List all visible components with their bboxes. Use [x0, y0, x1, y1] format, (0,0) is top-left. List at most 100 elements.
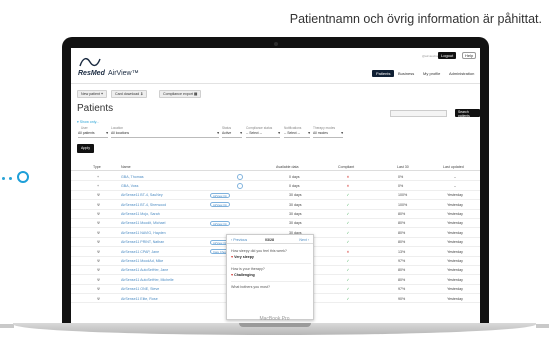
last30-value: 13% [398, 249, 406, 254]
answer-2: ♥ Challenging [231, 273, 255, 277]
previous-button[interactable]: ‹ Previous [231, 238, 247, 242]
next-button[interactable]: Next › [299, 238, 309, 242]
patient-name-link[interactable]: AirSense11 BT-4, Sherwood [121, 203, 166, 207]
user-select[interactable]: All patients ▾ [78, 131, 108, 138]
patient-name-link[interactable]: GBA, Thomas [121, 175, 144, 179]
patient-name-link[interactable]: AirSense11 Elite, Rose [121, 297, 158, 301]
status-select[interactable]: Active ▾ [222, 131, 242, 138]
device-type-icon: Ψ [97, 212, 101, 217]
checkmark-icon: ✓ [346, 287, 350, 292]
table-row[interactable]: Ψ AirSense11 BT-4, Sherwood AirView On 30 d… [71, 200, 480, 210]
user-select-value: All patients [78, 131, 95, 135]
checkmark-icon: ✓ [346, 277, 350, 282]
col-last30[interactable]: Last 30 [397, 165, 409, 169]
last-updated: Yesterday [447, 259, 463, 264]
logout-button[interactable]: Logout [438, 52, 457, 59]
therapy-mode-select[interactable]: All modes ▾ [313, 131, 343, 138]
last-updated: Yesterday [447, 296, 463, 301]
decor-ring-icon [17, 171, 29, 183]
patient-name-link[interactable]: AirSense11 Mojo, Sarah [121, 212, 160, 216]
answer-1: ♥ Very sleepy [231, 255, 254, 259]
new-patient-button[interactable]: New patient + [77, 90, 108, 98]
last-updated: Yesterday [447, 221, 463, 226]
col-available-data[interactable]: Available data [276, 165, 299, 169]
divider [231, 281, 311, 282]
laptop-hinge-left [0, 324, 14, 328]
nav-administration[interactable]: Administration [449, 71, 474, 76]
search-patients-button[interactable]: Search patients [455, 109, 480, 118]
patient-name-link[interactable]: AirSense11 ONE, Steve [121, 287, 159, 291]
col-type[interactable]: Type [93, 165, 101, 169]
patient-name-link[interactable]: AirSense11 Moodit, Michael [121, 221, 165, 225]
device-type-icon: Ψ [97, 230, 101, 235]
last30-value: 80% [398, 268, 406, 273]
col-compliant[interactable]: Compliant [338, 165, 354, 169]
heart-icon: ♥ [231, 255, 234, 259]
patient-name-link[interactable]: AirSense11 PRINT, Nathan [121, 240, 164, 244]
show-only-toggle[interactable]: ▾ Show only... [77, 120, 99, 124]
patient-name-link[interactable]: GBA, Voss [121, 184, 138, 188]
checkmark-icon: ✓ [346, 221, 350, 226]
laptop-screen: ResMed AirView™ @airviewtrainer Logout H… [71, 48, 480, 323]
checkmark-icon: ✓ [346, 230, 350, 235]
checkmark-icon: ✓ [346, 259, 350, 264]
device-type-icon: Ψ [97, 240, 101, 245]
chevron-down-icon: ▾ [308, 131, 310, 135]
device-type-icon: Ψ [97, 221, 101, 226]
chevron-down-icon: ▾ [106, 131, 108, 135]
chevron-down-icon: ▾ [278, 131, 280, 135]
last30-value: 80% [398, 230, 406, 235]
compliance-select[interactable]: -- Select -- ▾ [246, 131, 280, 138]
location-select[interactable]: All locations ▾ [111, 131, 219, 138]
notifications-select[interactable]: -- Select -- ▾ [284, 131, 310, 138]
table-row[interactable]: + GBA, Voss 0 days ✕ 0% – [71, 181, 480, 191]
last30-value: 0% [398, 183, 404, 188]
last-updated: Yesterday [447, 240, 463, 245]
last30-value: 100% [398, 202, 408, 207]
last30-value: 100% [398, 193, 408, 198]
product-name: AirView™ [108, 70, 139, 77]
apply-button[interactable]: Apply [77, 144, 94, 153]
patient-name-link[interactable]: AirSense11 NAVIG, Hayden [121, 231, 166, 235]
table-row[interactable]: Ψ AirSense11 Moodit, Michael AirView On 30 … [71, 219, 480, 229]
table-row[interactable]: Ψ AirSense11 BT-4, SauNey AirView On 30 day… [71, 191, 480, 201]
patient-name-link[interactable]: AirSense11 AutoSetHer, Jane [121, 268, 168, 272]
cross-icon: ✕ [346, 183, 350, 188]
patient-name-link[interactable]: AirSense11 BT-4, SauNey [121, 193, 163, 197]
brand-name: ResMed [78, 70, 105, 77]
answer-1-text: Very sleepy [234, 255, 254, 259]
answer-2-text: Challenging [234, 273, 255, 277]
device-type-icon: + [97, 183, 100, 188]
patient-name-link[interactable]: AirSense11 CPAP, Jane [121, 250, 159, 254]
filter-label-status: Status [222, 126, 232, 130]
download-icon: ⇩ [140, 92, 144, 96]
filter-label-therapy: Therapy modes [313, 126, 336, 130]
search-input[interactable] [390, 110, 447, 117]
status-badge: AirView On [210, 202, 230, 208]
nav-business[interactable]: Business [398, 71, 414, 76]
col-name[interactable]: Name [121, 165, 131, 169]
available-data: 0 days [289, 174, 300, 179]
export-icon: ▤ [193, 92, 198, 96]
card-download-button[interactable]: Card download ⇩ [111, 90, 148, 98]
question-3: What bothers you most? [231, 285, 270, 289]
compliance-export-label: Compliance export [163, 92, 193, 96]
patient-name-link[interactable]: AirSense11 MoodAd, Mike [121, 259, 163, 263]
status-select-value: Active [222, 131, 232, 135]
compliance-export-button[interactable]: Compliance export ▤ [159, 90, 202, 98]
available-data: 30 days [289, 212, 302, 217]
col-last-updated[interactable]: Last updated [443, 165, 464, 169]
laptop-hinge-right [536, 324, 549, 328]
chevron-down-icon: ▾ [240, 131, 242, 135]
nav-my-profile[interactable]: My profile [423, 71, 440, 76]
status-badge: AirView On [210, 192, 230, 198]
last30-value: 90% [398, 296, 406, 301]
compliance-select-value: -- Select -- [246, 131, 262, 135]
decor-dot [9, 177, 12, 180]
help-link[interactable]: Help [462, 52, 477, 59]
patient-name-link[interactable]: AirSense11 AutoSetHer, Michelle [121, 278, 174, 282]
chevron-down-icon: ▾ [217, 131, 219, 135]
table-row[interactable]: + GBA, Thomas 0 days ✕ 0% – [71, 172, 480, 182]
nav-patients[interactable]: Patients [372, 70, 395, 77]
table-row[interactable]: Ψ AirSense11 Mojo, Sarah 30 days ✓ 80% Yester… [71, 210, 480, 219]
